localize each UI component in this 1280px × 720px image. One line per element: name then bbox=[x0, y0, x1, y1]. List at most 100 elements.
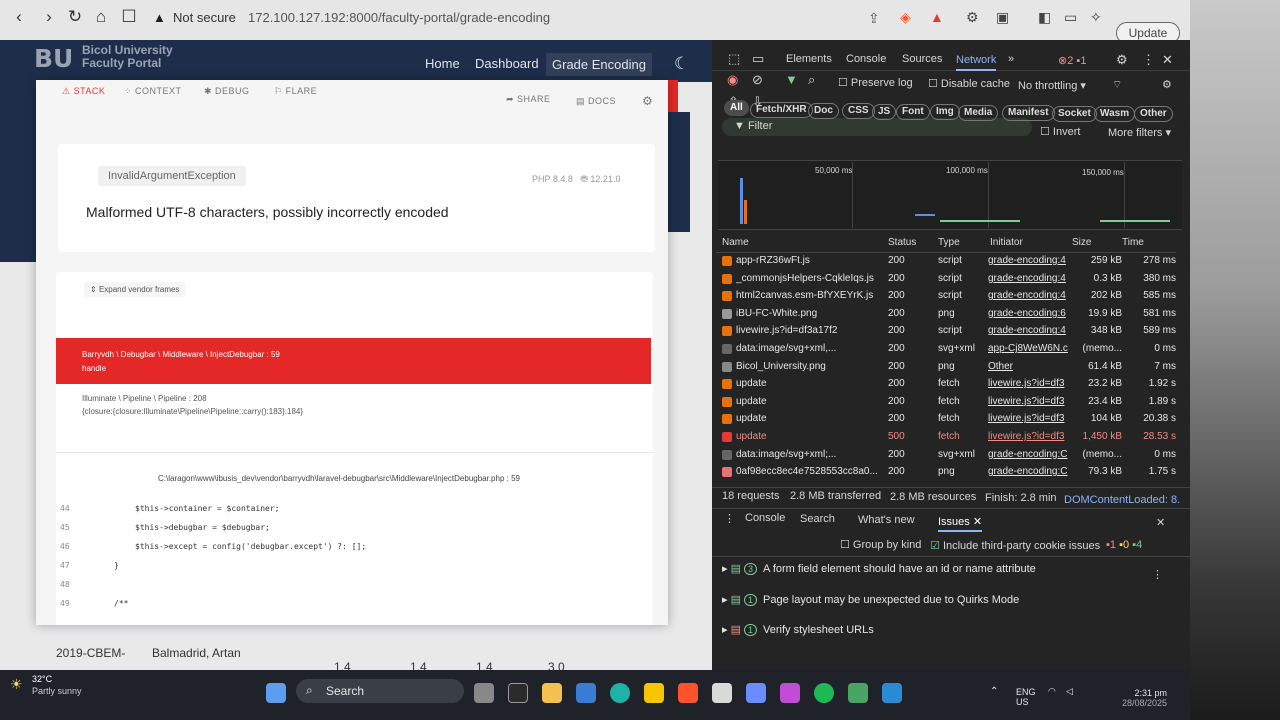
cell-init[interactable]: Other bbox=[988, 361, 1068, 372]
share-button[interactable]: ➦ SHARE bbox=[506, 94, 551, 105]
third-party-checkbox[interactable]: ☑ Include third-party cookie issues bbox=[930, 539, 1100, 552]
snipping-tool-icon[interactable] bbox=[712, 683, 732, 703]
forward-icon[interactable]: › bbox=[38, 6, 60, 28]
record-icon[interactable]: ◉ bbox=[727, 72, 738, 88]
vscode-icon[interactable] bbox=[882, 683, 902, 703]
tab-elements[interactable]: Elements bbox=[786, 53, 832, 65]
drawer-tab-whats-new[interactable]: What's new bbox=[858, 514, 915, 526]
tray-chevron-icon[interactable]: ⌃ bbox=[990, 686, 998, 697]
filter-chip-img[interactable]: Img bbox=[930, 104, 960, 121]
filter-chip-socket[interactable]: Socket bbox=[1052, 105, 1097, 122]
request-row[interactable]: update 200 fetch livewire.js?id=df3 23.2 kB 1… bbox=[718, 375, 1178, 393]
issue-item[interactable]: ▸ ▤ 3 A form field element should have an… bbox=[722, 562, 1036, 575]
request-row[interactable]: html2canvas.esm-BfYXEYrK.js 200 script grad… bbox=[718, 287, 1178, 305]
request-row[interactable]: update 500 fetch livewire.js?id=df3 1,450 kB… bbox=[718, 428, 1178, 446]
stack-frame[interactable]: Illuminate \ Pipeline \ Pipeline : 208 {… bbox=[82, 392, 303, 418]
settings-icon[interactable]: ⚙ bbox=[642, 94, 653, 108]
brave-icon[interactable] bbox=[678, 683, 698, 703]
app-icon[interactable] bbox=[746, 683, 766, 703]
language-indicator[interactable]: ENG US bbox=[1016, 687, 1036, 707]
nav-dashboard[interactable]: Dashboard bbox=[475, 56, 539, 71]
bookmark-icon[interactable]: ☐ bbox=[118, 6, 140, 28]
volume-icon[interactable]: ◁ bbox=[1066, 686, 1073, 697]
weather-desc[interactable]: Partly sunny bbox=[32, 686, 82, 696]
filter-chip-doc[interactable]: Doc bbox=[808, 102, 839, 119]
weather-temp[interactable]: 32°C bbox=[32, 674, 52, 684]
docs-button[interactable]: ▤ DOCS bbox=[576, 96, 616, 107]
request-row[interactable]: Bicol_University.png 200 png Other 61.4 kB 7 … bbox=[718, 358, 1178, 376]
issue-menu-icon[interactable]: ⋮ bbox=[1152, 568, 1163, 581]
sticky-notes-icon[interactable] bbox=[644, 683, 664, 703]
brave-shield-icon[interactable]: ◈ bbox=[900, 9, 911, 26]
tab-stack[interactable]: ⚠ STACK bbox=[62, 86, 105, 97]
filter-chip-font[interactable]: Font bbox=[896, 104, 930, 120]
tab-debug[interactable]: ✱ DEBUG bbox=[204, 86, 250, 97]
request-row[interactable]: app-rRZ36wFt.js 200 script grade-encoding:4… bbox=[718, 252, 1178, 270]
drawer-close-icon[interactable]: ✕ bbox=[1156, 516, 1165, 529]
request-row[interactable]: update 200 fetch livewire.js?id=df3 104 kB 20… bbox=[718, 410, 1178, 428]
spotify-icon[interactable] bbox=[814, 683, 834, 703]
filter-chip-other[interactable]: Other bbox=[1134, 106, 1173, 123]
file-explorer-icon[interactable] bbox=[542, 683, 562, 703]
nav-home[interactable]: Home bbox=[425, 56, 460, 71]
request-row[interactable]: 0af98ecc8ec4e7528553cc8a0... 200 png grade-… bbox=[718, 463, 1178, 481]
disable-cache-checkbox[interactable]: ☐ Disable cache bbox=[928, 77, 1010, 90]
reload-icon[interactable]: ↻ bbox=[64, 6, 86, 28]
cell-init[interactable]: livewire.js?id=df3 bbox=[988, 396, 1068, 407]
devtools-settings-icon[interactable]: ⚙ bbox=[1116, 52, 1128, 68]
cell-init[interactable]: grade-encoding:C bbox=[988, 466, 1068, 477]
expand-icon[interactable]: ▸ bbox=[722, 594, 731, 606]
request-row[interactable]: _commonjsHelpers-CqkleIqs.js 200 script gra… bbox=[718, 270, 1178, 288]
tab-flare[interactable]: ⚐ FLARE bbox=[274, 86, 317, 97]
device-toolbar-icon[interactable]: ▭ bbox=[752, 51, 764, 67]
stack-frame-active[interactable]: Barryvdh \ Debugbar \ Middleware \ Injec… bbox=[56, 338, 651, 384]
inspect-icon[interactable]: ⬚ bbox=[728, 51, 740, 67]
filter-chip-wasm[interactable]: Wasm bbox=[1094, 106, 1136, 122]
request-row[interactable]: data:image/svg+xml;... 200 svg+xml grade-en… bbox=[718, 446, 1178, 464]
leo-icon[interactable]: ✧ bbox=[1090, 9, 1102, 26]
clock[interactable]: 2:31 pm 28/08/2025 bbox=[1122, 688, 1167, 708]
extensions-icon[interactable]: ⚙ bbox=[966, 9, 979, 26]
col-name[interactable]: Name bbox=[722, 237, 749, 248]
devtools-menu-icon[interactable]: ⋮ bbox=[1142, 52, 1155, 68]
expand-icon[interactable]: ▸ bbox=[722, 563, 731, 575]
invert-checkbox[interactable]: ☐ Invert bbox=[1040, 125, 1080, 138]
filter-chip-media[interactable]: Media bbox=[958, 104, 999, 121]
request-row[interactable]: iBU-FC-White.png 200 png grade-encoding:6 19… bbox=[718, 305, 1178, 323]
edge-icon[interactable] bbox=[610, 683, 630, 703]
home-icon[interactable]: ⌂ bbox=[90, 6, 112, 28]
request-row[interactable]: livewire.js?id=df3a17f2 200 script grade-en… bbox=[718, 322, 1178, 340]
brave-rewards-icon[interactable]: ▲ bbox=[930, 9, 944, 25]
clear-icon[interactable]: ⊘ bbox=[752, 72, 763, 88]
more-tabs-icon[interactable]: » bbox=[1008, 53, 1014, 65]
tab-console[interactable]: Console bbox=[846, 53, 886, 65]
error-count[interactable]: ⊗2 ▪1 bbox=[1058, 54, 1086, 67]
devtools-close-icon[interactable]: ✕ bbox=[1162, 52, 1173, 68]
filter-icon[interactable]: ▼ bbox=[785, 72, 798, 87]
filter-chip-all[interactable]: All bbox=[724, 100, 749, 116]
filter-chip-css[interactable]: CSS bbox=[842, 103, 875, 120]
preserve-log-checkbox[interactable]: ☐ Preserve log bbox=[838, 76, 913, 89]
weather-icon[interactable]: ☀ bbox=[10, 676, 23, 693]
issue-item[interactable]: ▸ ▤ 1 Verify stylesheet URLs bbox=[722, 623, 874, 636]
request-row[interactable]: update 200 fetch livewire.js?id=df3 23.4 kB 1… bbox=[718, 393, 1178, 411]
windows-start-icon[interactable] bbox=[266, 683, 286, 703]
drawer-tab-issues[interactable]: Issues ✕ bbox=[938, 515, 983, 532]
col-status[interactable]: Status bbox=[888, 237, 916, 248]
theme-toggle-icon[interactable]: ☾ bbox=[674, 54, 689, 74]
network-conditions-icon[interactable]: ⌔ bbox=[1112, 78, 1122, 92]
nav-grade-encoding[interactable]: Grade Encoding bbox=[546, 53, 652, 76]
expand-icon[interactable]: ▸ bbox=[722, 624, 731, 636]
expand-vendor-button[interactable]: ⇕ Expand vendor frames bbox=[84, 282, 186, 297]
tab-network[interactable]: Network bbox=[956, 54, 997, 71]
col-size[interactable]: Size bbox=[1072, 237, 1091, 248]
app-icon[interactable] bbox=[576, 683, 596, 703]
terminal-icon[interactable] bbox=[508, 683, 528, 703]
address-bar[interactable]: ▲ Not secure 172.100.127.192:8000/facult… bbox=[145, 5, 885, 31]
drawer-tab-console[interactable]: Console bbox=[745, 512, 785, 524]
wallet-icon[interactable]: ▭ bbox=[1064, 9, 1077, 26]
cell-init[interactable]: grade-encoding:4 bbox=[988, 325, 1068, 336]
tab-context[interactable]: ⁘ CONTEXT bbox=[124, 86, 182, 97]
wifi-icon[interactable]: ◠ bbox=[1048, 686, 1056, 697]
drawer-menu-icon[interactable]: ⋮ bbox=[724, 512, 735, 525]
